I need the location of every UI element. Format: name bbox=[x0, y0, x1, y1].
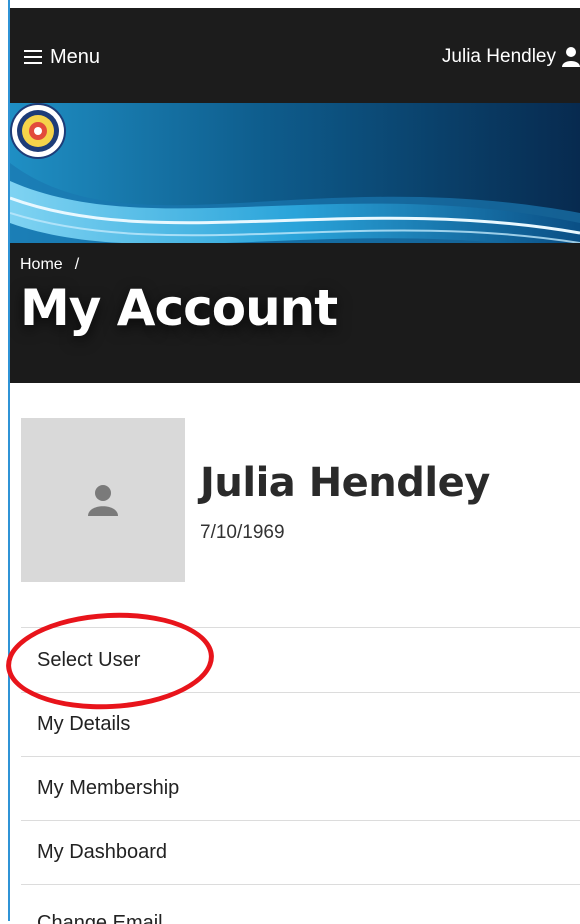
menu-button[interactable]: Menu bbox=[24, 44, 100, 70]
page-banner: Home / My Account bbox=[10, 103, 580, 383]
user-account-button[interactable]: Julia Hendley bbox=[442, 44, 580, 70]
banner-wave-graphic bbox=[10, 103, 580, 383]
top-navigation-bar: Menu Julia Hendley bbox=[10, 8, 580, 103]
menu-item-label: Select User bbox=[37, 648, 141, 671]
profile-name: Julia Hendley bbox=[200, 460, 490, 506]
menu-item-my-dashboard[interactable]: My Dashboard bbox=[21, 820, 580, 884]
user-placeholder-icon bbox=[88, 485, 118, 516]
avatar bbox=[21, 418, 185, 582]
breadcrumb: Home / bbox=[20, 256, 79, 274]
hamburger-icon bbox=[24, 50, 42, 64]
breadcrumb-home-link[interactable]: Home bbox=[20, 256, 63, 274]
menu-item-label: Change Email bbox=[37, 912, 163, 924]
menu-item-label: My Details bbox=[37, 713, 131, 735]
menu-item-my-membership[interactable]: My Membership bbox=[21, 756, 580, 820]
user-icon bbox=[562, 47, 580, 67]
menu-item-label: My Dashboard bbox=[37, 841, 168, 863]
menu-item-change-email[interactable]: Change Email bbox=[21, 884, 580, 924]
city-seal-logo bbox=[10, 103, 66, 159]
menu-item-select-user[interactable]: Select User bbox=[21, 627, 580, 692]
account-menu: Select User My Details My Membership My … bbox=[21, 627, 580, 924]
page-title: My Account bbox=[20, 279, 338, 337]
menu-item-my-details[interactable]: My Details bbox=[21, 692, 580, 756]
left-edge-strip bbox=[0, 0, 10, 921]
profile-date-of-birth: 7/10/1969 bbox=[200, 522, 285, 543]
menu-item-label: My Membership bbox=[37, 777, 180, 799]
user-name-label: Julia Hendley bbox=[441, 46, 556, 67]
menu-label: Menu bbox=[50, 45, 101, 68]
page-frame: Menu Julia Hendley Home / My Account Jul… bbox=[3, 0, 580, 924]
breadcrumb-separator: / bbox=[74, 256, 80, 273]
